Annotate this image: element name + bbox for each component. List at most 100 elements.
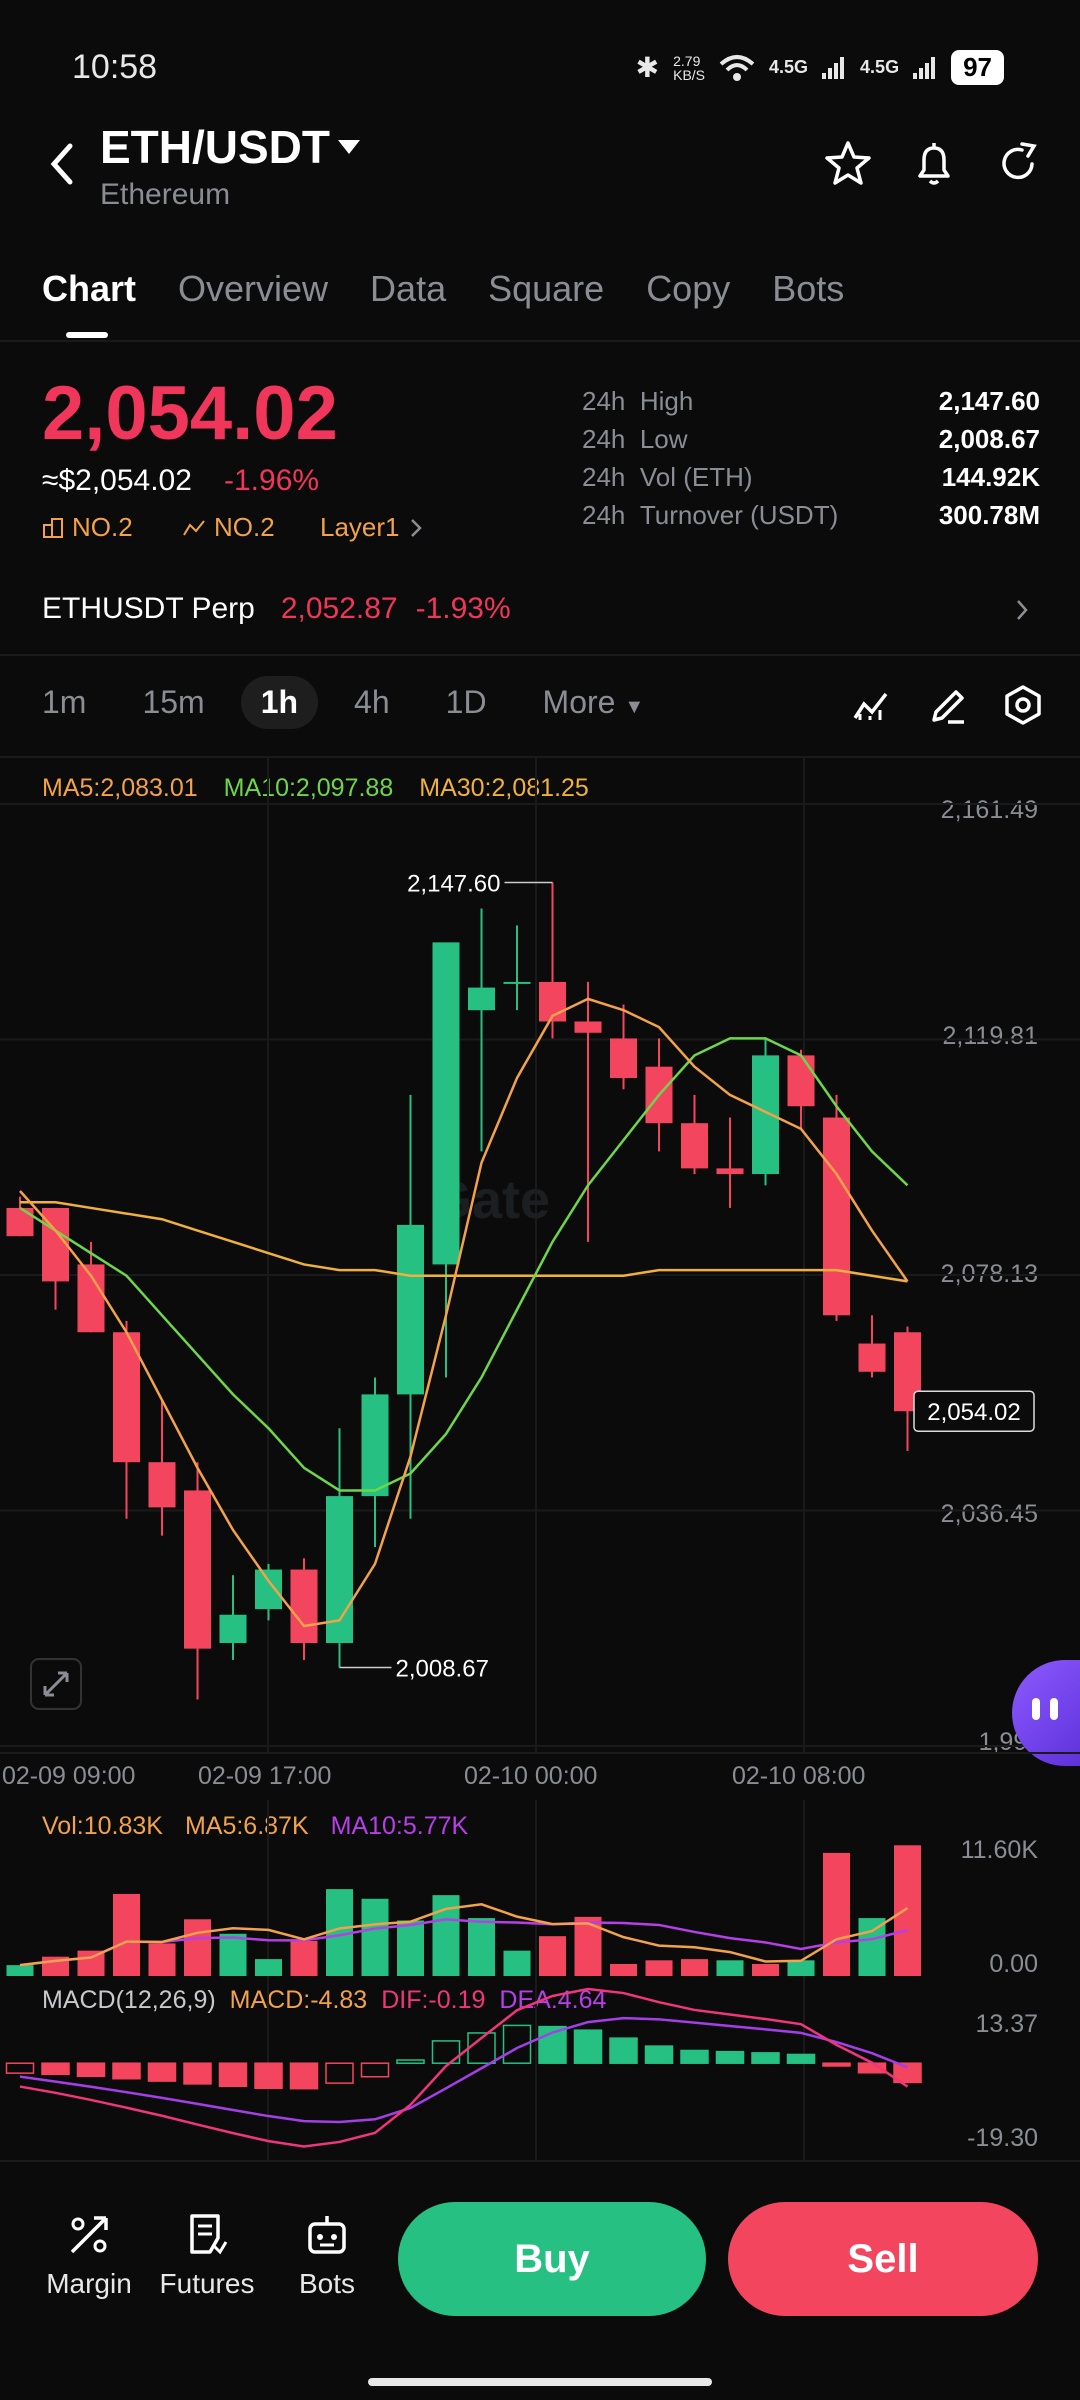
tab-bots[interactable]: Bots xyxy=(772,268,844,310)
price-change: -1.96% xyxy=(224,464,320,497)
macd-bar xyxy=(76,2062,106,2078)
status-icons: ✱ 2.79 KB/S 4.5G 4.5G 97 xyxy=(636,50,1004,85)
interval-1h[interactable]: 1h xyxy=(240,676,319,729)
trend-rank-icon xyxy=(183,519,205,536)
interval-1m[interactable]: 1m xyxy=(22,676,106,729)
tab-square[interactable]: Square xyxy=(488,268,604,310)
price-usd: ≈$2,054.02 xyxy=(42,464,192,497)
macd-bar xyxy=(396,2059,425,2064)
chart-grid xyxy=(0,756,1080,1752)
macd-chart xyxy=(5,1980,922,2160)
settings-icon[interactable] xyxy=(1002,684,1044,726)
tab-chart[interactable]: Chart xyxy=(42,268,136,310)
interval-15m[interactable]: 15m xyxy=(122,676,224,729)
candle xyxy=(432,942,460,1265)
sell-button[interactable]: Sell xyxy=(728,2202,1038,2316)
tab-underline xyxy=(66,332,108,338)
candlestick-chart[interactable]: Gate 2,147.602,008.672,054.02 xyxy=(0,756,1080,1756)
divider xyxy=(0,1752,1080,1754)
tab-bar: Chart Overview Data Square Copy Bots xyxy=(42,268,844,310)
macd-bar xyxy=(360,2062,390,2078)
macd-bar xyxy=(822,2062,851,2067)
stat-row-low: 24h Low 2,008.67 xyxy=(582,423,1040,454)
time-tick: 02-10 00:00 xyxy=(464,1762,598,1790)
macd-bar xyxy=(786,2053,816,2064)
candle xyxy=(716,1168,744,1175)
bell-icon[interactable] xyxy=(908,138,960,190)
chevron-right-icon xyxy=(410,518,422,537)
rank-tag-1[interactable]: NO.2 xyxy=(42,512,133,543)
chart-rank-icon xyxy=(43,517,63,538)
high-label: 2,147.60 xyxy=(407,870,500,897)
back-icon[interactable] xyxy=(42,140,82,188)
buy-button[interactable]: Buy xyxy=(398,2202,706,2316)
home-indicator[interactable] xyxy=(368,2378,712,2386)
status-time: 10:58 xyxy=(72,48,158,86)
candle xyxy=(6,1207,34,1237)
candle xyxy=(823,1117,850,1316)
macd-bar xyxy=(289,2062,319,2090)
macd-bar xyxy=(751,2052,780,2064)
tab-overview[interactable]: Overview xyxy=(178,268,328,310)
volume-bar xyxy=(894,1845,921,1976)
chevron-right-icon[interactable] xyxy=(1014,598,1030,622)
bluetooth-icon: ✱ xyxy=(635,52,660,83)
volume-bar xyxy=(468,1918,495,1976)
stats-table: 24h High 2,147.60 24h Low 2,008.67 24h Vol… xyxy=(582,382,1040,534)
candle xyxy=(397,1224,424,1395)
interval-4h[interactable]: 4h xyxy=(334,676,410,729)
perp-price: 2,052.87 xyxy=(280,592,398,625)
volume-bar xyxy=(539,1936,566,1976)
share-icon[interactable] xyxy=(992,138,1044,190)
last-price-label: 2,054.02 xyxy=(927,1399,1020,1426)
rank-tag-2[interactable]: NO.2 xyxy=(182,512,275,543)
indicator-icon[interactable] xyxy=(852,688,892,724)
nav-futures[interactable]: Futures xyxy=(152,2212,262,2300)
interval-more[interactable]: More ▼ xyxy=(523,676,665,729)
assistant-eyes-icon xyxy=(1032,1698,1040,1720)
futures-icon xyxy=(190,2214,228,2255)
volume-bar xyxy=(290,1941,318,1976)
volume-bar xyxy=(610,1963,637,1976)
candles xyxy=(6,882,921,1700)
tab-copy[interactable]: Copy xyxy=(646,268,730,310)
volume-bar xyxy=(219,1933,247,1976)
perp-row[interactable]: ETHUSDT Perp 2,052.87 -1.93% xyxy=(42,592,511,626)
volume-bar xyxy=(645,1960,673,1976)
time-tick: 02-09 09:00 xyxy=(2,1762,136,1790)
candle xyxy=(468,987,495,1011)
volume-bar xyxy=(397,1920,424,1976)
wifi-icon xyxy=(719,54,755,81)
nav-margin[interactable]: Margin xyxy=(34,2212,144,2300)
signal-icon-2 xyxy=(913,56,936,79)
tab-data[interactable]: Data xyxy=(370,268,446,310)
macd-bar xyxy=(680,2049,709,2064)
candle xyxy=(574,1021,602,1033)
interval-1d[interactable]: 1D xyxy=(426,676,507,729)
pair-title[interactable]: ETH/USDT xyxy=(100,120,330,174)
volume-bar xyxy=(184,1919,211,1976)
macd-bar xyxy=(183,2062,212,2085)
divider xyxy=(0,654,1080,656)
caret-down-icon[interactable] xyxy=(336,138,362,156)
candle xyxy=(752,1055,779,1175)
star-icon[interactable] xyxy=(822,138,874,190)
candle xyxy=(148,1462,176,1508)
stat-row-vol: 24h Vol (ETH) 144.92K xyxy=(582,461,1040,492)
nav-bots[interactable]: Bots xyxy=(272,2212,382,2300)
network-2: 4.5G xyxy=(860,57,900,77)
candle xyxy=(681,1123,708,1169)
expand-icon[interactable] xyxy=(30,1658,82,1710)
macd-bar xyxy=(715,2050,745,2064)
last-price: 2,054.02 xyxy=(42,371,338,456)
candle xyxy=(219,1614,247,1643)
category-tag[interactable]: Layer1 xyxy=(320,512,424,543)
time-tick: 02-09 17:00 xyxy=(198,1762,332,1790)
battery-indicator: 97 xyxy=(951,50,1004,85)
candle xyxy=(184,1490,211,1649)
stat-row-high: 24h High 2,147.60 xyxy=(582,385,1040,416)
divider xyxy=(0,2160,1080,2162)
draw-icon[interactable] xyxy=(928,686,968,726)
macd-bar xyxy=(644,2045,674,2064)
macd-bar xyxy=(325,2062,354,2084)
